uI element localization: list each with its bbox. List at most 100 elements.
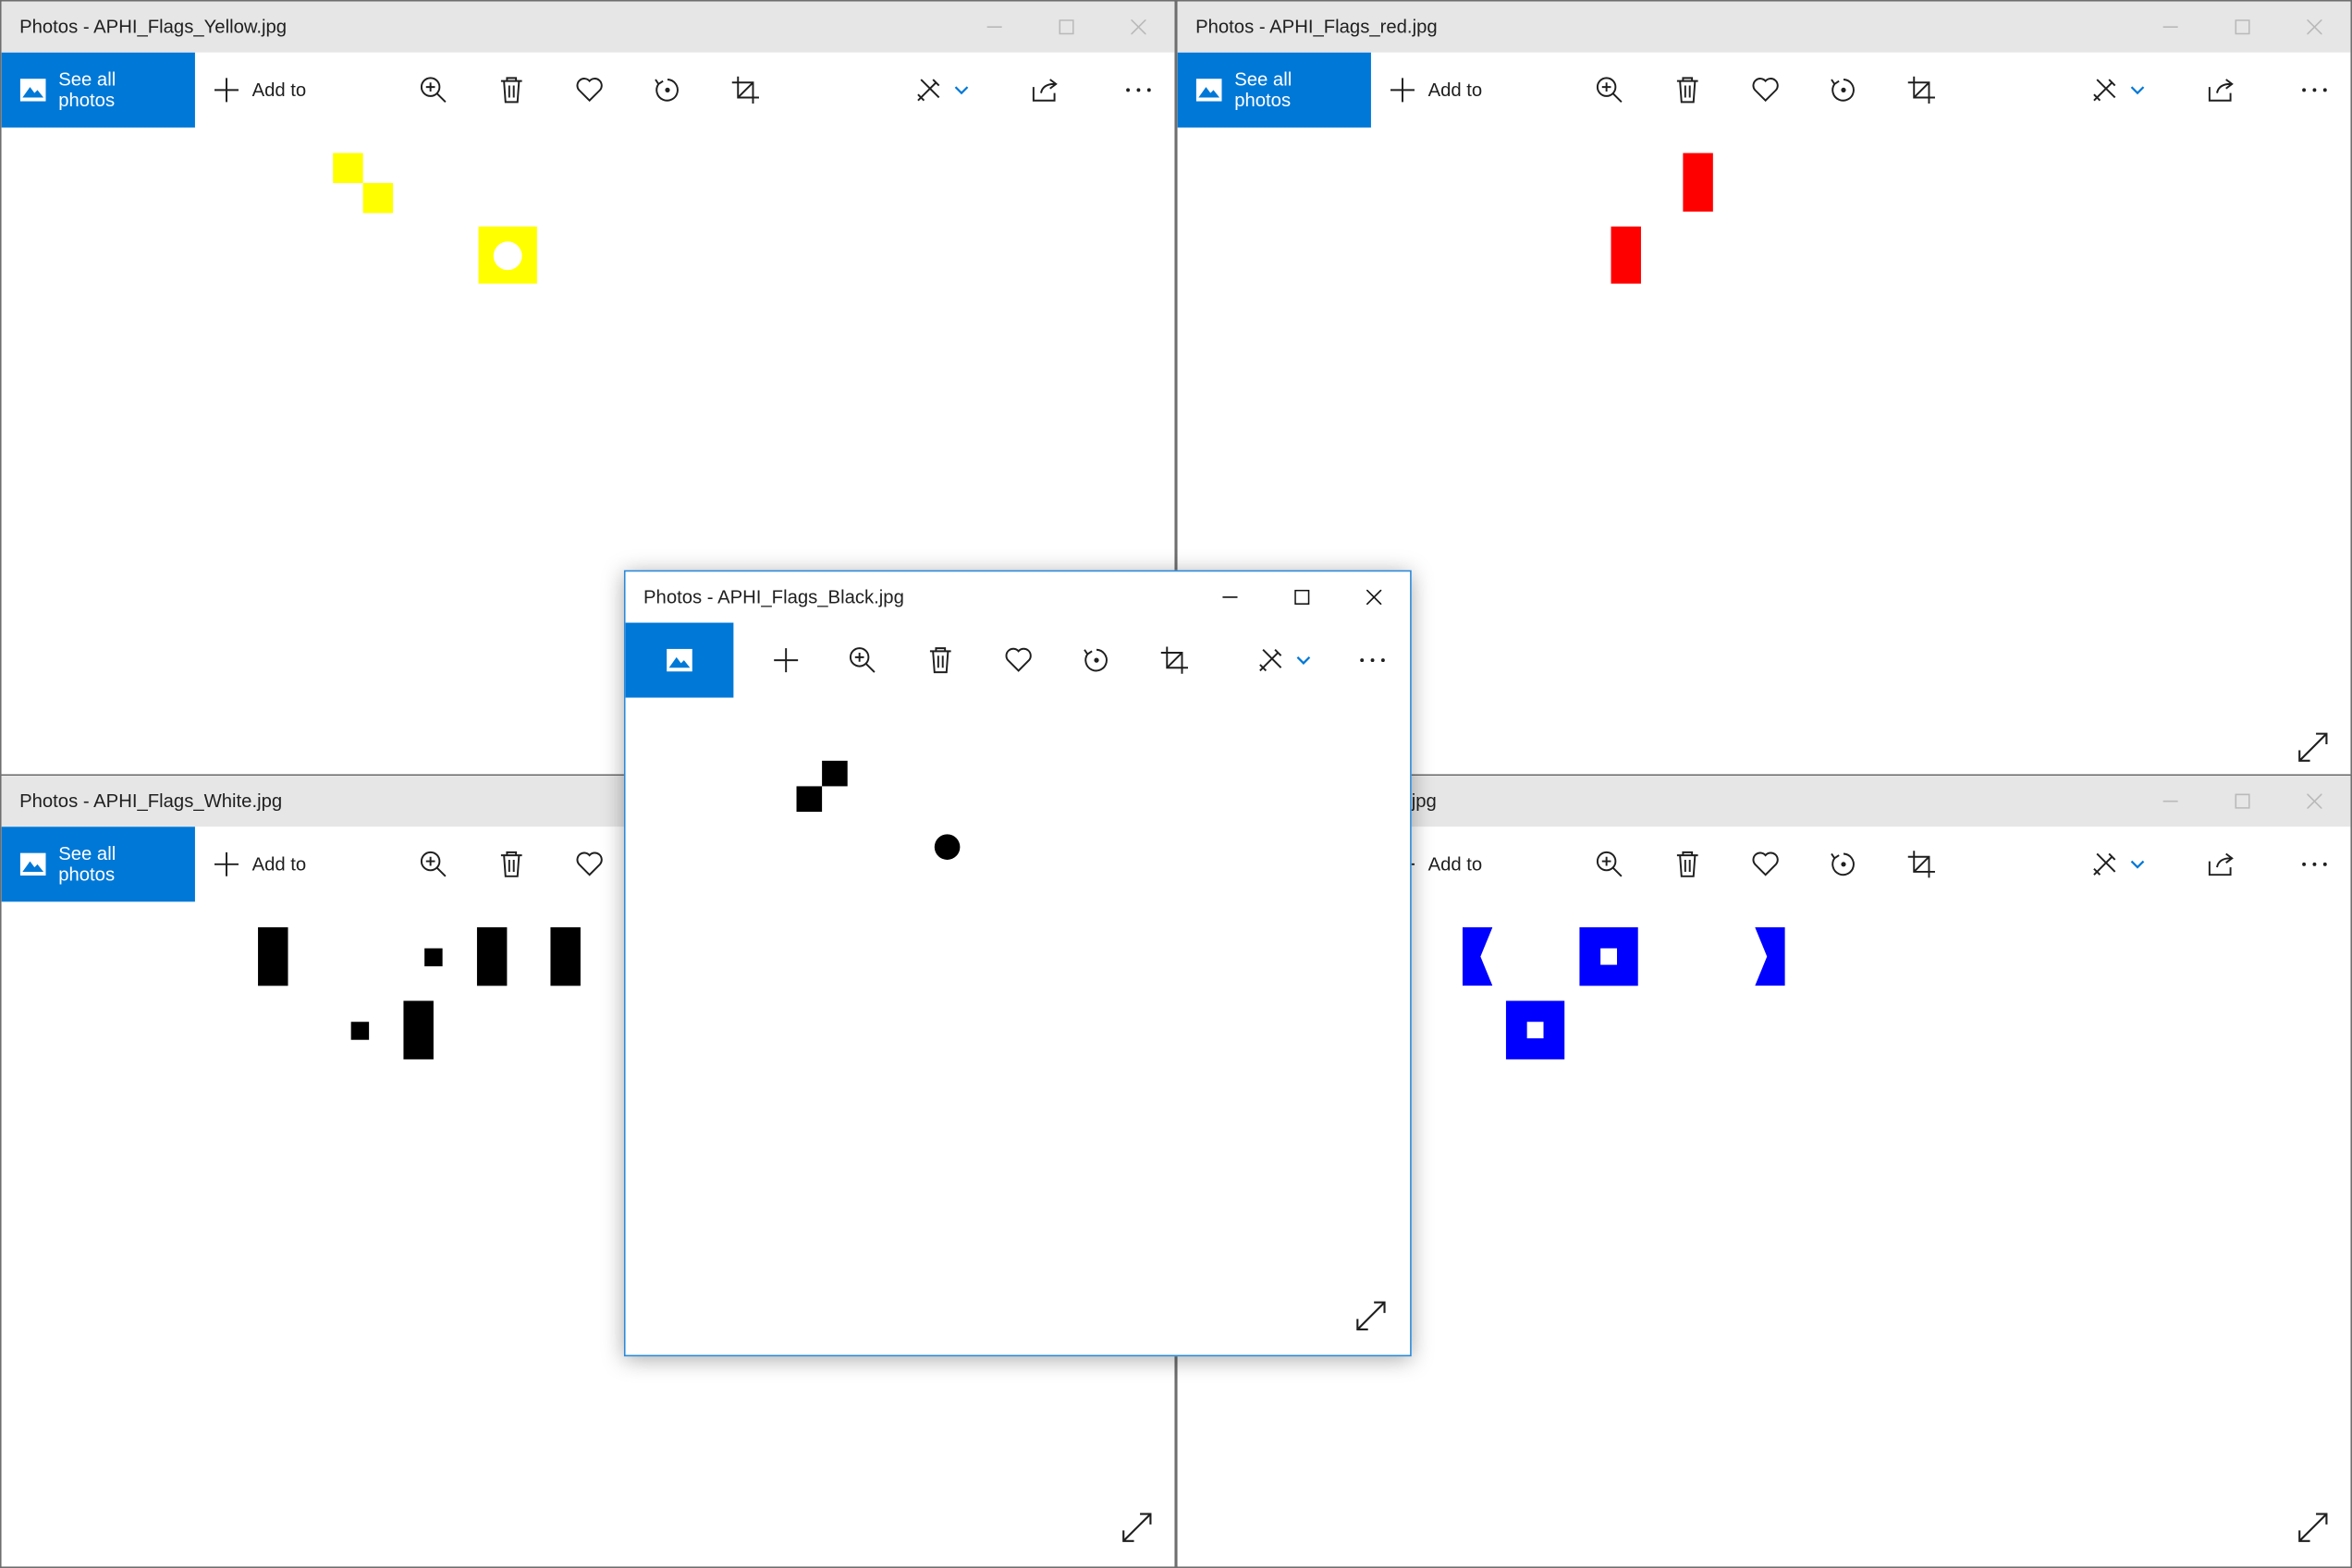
- delete-button[interactable]: [1658, 53, 1718, 128]
- zoom-button[interactable]: [1579, 827, 1639, 901]
- minimize-icon: [1222, 596, 1238, 598]
- full-screen-button[interactable]: [1121, 1511, 1154, 1544]
- chevron-down-icon: [2130, 860, 2145, 869]
- flag-bar: [1611, 227, 1641, 284]
- share-button[interactable]: [2191, 827, 2251, 901]
- more-button[interactable]: [2285, 827, 2345, 901]
- close-icon: [1131, 19, 1146, 35]
- zoom-button[interactable]: [403, 827, 463, 901]
- title-bar[interactable]: Photos - APHI_Flags_Yellow.jpg: [1, 1, 1175, 53]
- flag-bar: [550, 926, 581, 986]
- title-bar[interactable]: Photos - APHI_Flags_red.jpg: [1177, 1, 2351, 53]
- see-all-photos-button[interactable]: See all photos: [1, 52, 195, 128]
- crop-icon: [1907, 851, 1935, 878]
- share-button[interactable]: [1015, 53, 1075, 128]
- photos-window-black[interactable]: Photos - APHI_Flags_Black.jpg: [623, 570, 1412, 1357]
- flag-ring: [478, 227, 537, 284]
- crop-button[interactable]: [716, 53, 776, 128]
- delete-button[interactable]: [1658, 827, 1718, 901]
- close-icon: [1366, 589, 1382, 606]
- photo-canvas: [625, 697, 1411, 1355]
- rotate-button[interactable]: [638, 53, 698, 128]
- more-button[interactable]: [1342, 623, 1403, 698]
- favorite-button[interactable]: [988, 623, 1048, 698]
- zoom-in-icon: [1596, 851, 1623, 877]
- flag-box: [1579, 926, 1638, 986]
- favorite-button[interactable]: [1735, 53, 1795, 128]
- rotate-button[interactable]: [1067, 623, 1127, 698]
- chevron-down-icon: [2130, 86, 2145, 95]
- more-icon: [2302, 862, 2327, 866]
- see-all-photos-button[interactable]: See all photos: [1177, 52, 1371, 128]
- close-button[interactable]: [1103, 2, 1175, 53]
- share-icon: [2208, 79, 2234, 102]
- zoom-button[interactable]: [832, 623, 892, 698]
- full-screen-button[interactable]: [2297, 1511, 2330, 1544]
- share-icon: [2208, 852, 2234, 876]
- window-title: Photos - APHI_Flags_Yellow.jpg: [19, 16, 288, 38]
- minimize-button[interactable]: [2135, 2, 2207, 53]
- see-all-photos-button[interactable]: See all photos: [1, 827, 195, 902]
- crop-button[interactable]: [1892, 53, 1952, 128]
- expand-icon: [1122, 1513, 1152, 1542]
- edit-dropdown[interactable]: [2108, 827, 2168, 901]
- zoom-in-icon: [1596, 77, 1623, 104]
- flag-square: [822, 760, 848, 787]
- maximize-icon: [2235, 19, 2250, 35]
- zoom-button[interactable]: [1579, 53, 1639, 128]
- edit-dropdown[interactable]: [2108, 53, 2168, 128]
- maximize-button[interactable]: [1031, 2, 1103, 53]
- expand-icon: [2298, 732, 2328, 762]
- flag-dot: [934, 834, 961, 860]
- minimize-button[interactable]: [959, 2, 1031, 53]
- favorite-icon: [1752, 78, 1779, 103]
- add-to-button[interactable]: Add to: [213, 827, 306, 901]
- edit-dropdown[interactable]: [932, 53, 992, 128]
- rotate-button[interactable]: [1814, 827, 1874, 901]
- share-button[interactable]: [2191, 53, 2251, 128]
- edit-dropdown[interactable]: [1273, 623, 1333, 698]
- maximize-icon: [1059, 19, 1074, 35]
- crop-button[interactable]: [1145, 623, 1205, 698]
- delete-button[interactable]: [911, 623, 971, 698]
- add-to-label: Add to: [1427, 80, 1483, 101]
- add-to-button[interactable]: Add to: [1389, 53, 1482, 128]
- zoom-button[interactable]: [403, 53, 463, 128]
- crop-icon: [1907, 76, 1935, 104]
- add-to-label: Add to: [251, 853, 307, 876]
- minimize-button[interactable]: [2135, 776, 2207, 827]
- add-to-label: Add to: [1427, 853, 1483, 876]
- delete-button[interactable]: [482, 53, 542, 128]
- close-button[interactable]: [1338, 571, 1410, 622]
- favorite-button[interactable]: [559, 53, 619, 128]
- favorite-button[interactable]: [559, 827, 619, 901]
- maximize-button[interactable]: [2207, 776, 2279, 827]
- delete-icon: [500, 851, 522, 877]
- maximize-button[interactable]: [2207, 2, 2279, 53]
- more-button[interactable]: [2285, 53, 2345, 128]
- add-to-button[interactable]: [756, 623, 816, 698]
- full-screen-button[interactable]: [1354, 1299, 1388, 1332]
- see-all-photos-label: See all photos: [1234, 68, 1292, 112]
- more-button[interactable]: [1109, 53, 1169, 128]
- maximize-button[interactable]: [1266, 571, 1338, 622]
- close-button[interactable]: [2279, 2, 2351, 53]
- plus-icon: [214, 78, 239, 103]
- add-to-button[interactable]: Add to: [213, 53, 306, 128]
- crop-button[interactable]: [1892, 827, 1952, 901]
- rotate-button[interactable]: [1814, 53, 1874, 128]
- flag-square: [362, 183, 394, 214]
- flag-dot: [424, 948, 443, 967]
- title-bar[interactable]: Photos - APHI_Flags_Black.jpg: [625, 571, 1411, 623]
- plus-icon: [774, 648, 799, 673]
- delete-button[interactable]: [482, 827, 542, 901]
- flag-square: [796, 786, 823, 813]
- delete-icon: [1676, 77, 1698, 104]
- full-screen-button[interactable]: [2297, 730, 2330, 764]
- see-all-photos-button[interactable]: [625, 622, 734, 698]
- close-button[interactable]: [2279, 776, 2351, 827]
- favorite-icon: [1005, 647, 1032, 672]
- favorite-icon: [576, 851, 603, 876]
- minimize-button[interactable]: [1194, 571, 1266, 622]
- favorite-button[interactable]: [1735, 827, 1795, 901]
